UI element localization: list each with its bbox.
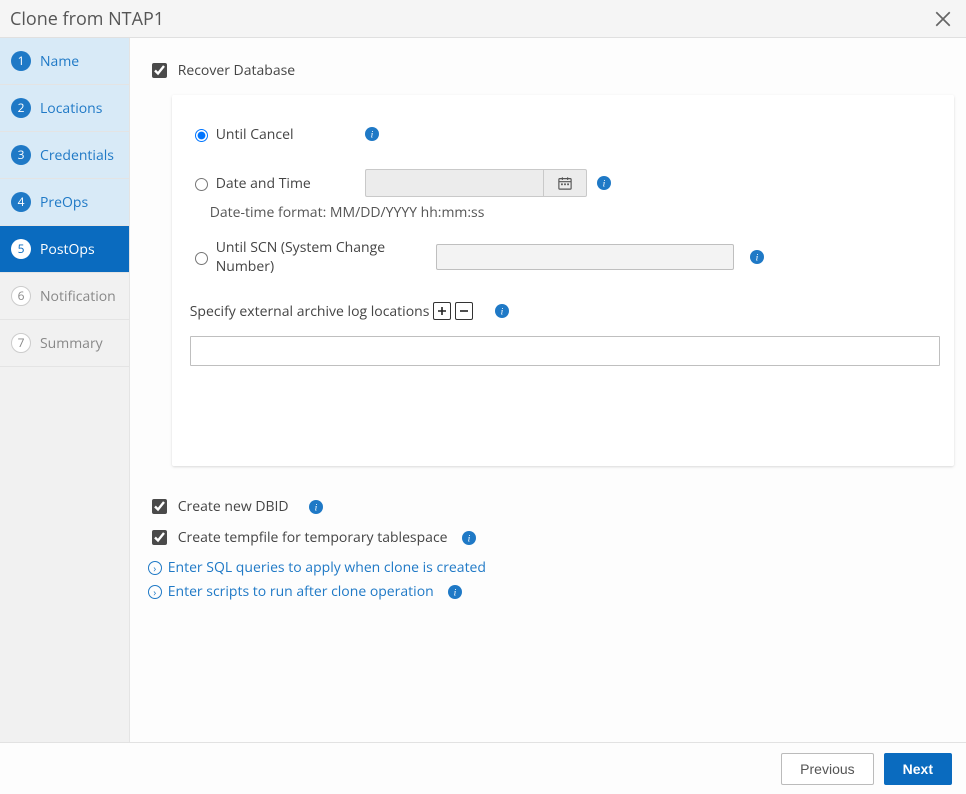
until-scn-radio[interactable] bbox=[195, 252, 208, 265]
wizard-step-preops[interactable]: 4 PreOps bbox=[0, 179, 129, 226]
modal-header: Clone from NTAP1 bbox=[0, 0, 966, 38]
date-time-format-hint: Date-time format: MM/DD/YYYY hh:mm:ss bbox=[190, 203, 938, 222]
postops-panel: Recover Database Until Cancel i Date and… bbox=[130, 38, 966, 742]
chevron-right-icon: › bbox=[148, 561, 162, 575]
recover-options-card: Until Cancel i Date and Time i bbox=[172, 95, 954, 466]
scn-input[interactable] bbox=[436, 244, 734, 270]
svg-text:i: i bbox=[314, 502, 317, 513]
wizard-step-label: PreOps bbox=[40, 193, 88, 212]
date-time-radio[interactable] bbox=[195, 178, 208, 191]
svg-text:i: i bbox=[467, 533, 470, 544]
info-icon[interactable]: i bbox=[495, 304, 509, 318]
enter-sql-link[interactable]: › Enter SQL queries to apply when clone … bbox=[148, 558, 952, 577]
plus-icon bbox=[437, 306, 447, 316]
wizard-step-label: Credentials bbox=[40, 146, 114, 165]
info-icon[interactable]: i bbox=[462, 531, 476, 545]
wizard-step-label: Locations bbox=[40, 99, 102, 118]
until-scn-row: Until SCN (System Change Number) i bbox=[190, 238, 938, 276]
remove-location-button[interactable] bbox=[455, 302, 473, 320]
wizard-nav: 1 Name 2 Locations 3 Credentials 4 PreOp… bbox=[0, 38, 130, 742]
chevron-right-icon: › bbox=[148, 585, 162, 599]
info-icon[interactable]: i bbox=[309, 500, 323, 514]
until-cancel-label: Until Cancel bbox=[216, 125, 294, 144]
wizard-step-label: PostOps bbox=[40, 240, 95, 259]
create-dbid-label: Create new DBID bbox=[178, 497, 289, 516]
extra-options: Create new DBID i Create tempfile for te… bbox=[148, 496, 952, 601]
create-dbid-checkbox[interactable] bbox=[152, 499, 167, 514]
archive-location-input[interactable] bbox=[190, 336, 940, 366]
svg-text:i: i bbox=[755, 253, 758, 264]
calendar-button[interactable] bbox=[543, 169, 587, 197]
until-scn-label: Until SCN (System Change Number) bbox=[216, 238, 436, 276]
next-button[interactable]: Next bbox=[884, 753, 952, 785]
modal-body: 1 Name 2 Locations 3 Credentials 4 PreOp… bbox=[0, 38, 966, 742]
close-icon[interactable] bbox=[934, 10, 952, 28]
archive-locations-label: Specify external archive log locations bbox=[190, 302, 430, 321]
info-icon[interactable]: i bbox=[365, 127, 379, 141]
recover-database-label: Recover Database bbox=[178, 61, 295, 80]
date-time-label: Date and Time bbox=[216, 174, 311, 193]
date-time-input[interactable] bbox=[365, 169, 543, 197]
previous-button[interactable]: Previous bbox=[781, 753, 873, 785]
svg-text:i: i bbox=[602, 179, 605, 190]
modal-footer: Previous Next bbox=[0, 742, 966, 794]
archive-locations-row: Specify external archive log locations i bbox=[190, 298, 938, 324]
wizard-step-locations[interactable]: 2 Locations bbox=[0, 85, 129, 132]
info-icon[interactable]: i bbox=[750, 250, 764, 264]
svg-text:i: i bbox=[501, 307, 504, 318]
enter-scripts-label: Enter scripts to run after clone operati… bbox=[168, 582, 434, 601]
info-icon[interactable]: i bbox=[597, 176, 611, 190]
create-tempfile-label: Create tempfile for temporary tablespace bbox=[178, 528, 448, 547]
until-cancel-row: Until Cancel i bbox=[190, 121, 938, 147]
minus-icon bbox=[459, 306, 469, 316]
wizard-step-summary[interactable]: 7 Summary bbox=[0, 320, 129, 367]
wizard-step-label: Notification bbox=[40, 287, 116, 306]
wizard-step-credentials[interactable]: 3 Credentials bbox=[0, 132, 129, 179]
enter-scripts-link[interactable]: › Enter scripts to run after clone opera… bbox=[148, 582, 952, 601]
wizard-step-label: Name bbox=[40, 52, 79, 71]
svg-text:i: i bbox=[370, 130, 373, 141]
modal-title: Clone from NTAP1 bbox=[10, 7, 164, 31]
recover-database-checkbox[interactable] bbox=[152, 63, 167, 78]
info-icon[interactable]: i bbox=[448, 585, 462, 599]
until-cancel-radio[interactable] bbox=[195, 129, 208, 142]
wizard-step-postops[interactable]: 5 PostOps bbox=[0, 226, 129, 273]
recover-database-row: Recover Database bbox=[148, 60, 952, 81]
create-tempfile-checkbox[interactable] bbox=[152, 530, 167, 545]
wizard-step-name[interactable]: 1 Name bbox=[0, 38, 129, 85]
wizard-step-label: Summary bbox=[40, 334, 103, 353]
enter-sql-label: Enter SQL queries to apply when clone is… bbox=[168, 558, 486, 577]
wizard-step-notification[interactable]: 6 Notification bbox=[0, 273, 129, 320]
clone-wizard-modal: Clone from NTAP1 1 Name 2 Locations 3 Cr… bbox=[0, 0, 966, 794]
calendar-icon bbox=[558, 176, 572, 190]
date-time-row: Date and Time i bbox=[190, 169, 938, 197]
svg-text:i: i bbox=[453, 587, 456, 598]
add-location-button[interactable] bbox=[433, 302, 451, 320]
